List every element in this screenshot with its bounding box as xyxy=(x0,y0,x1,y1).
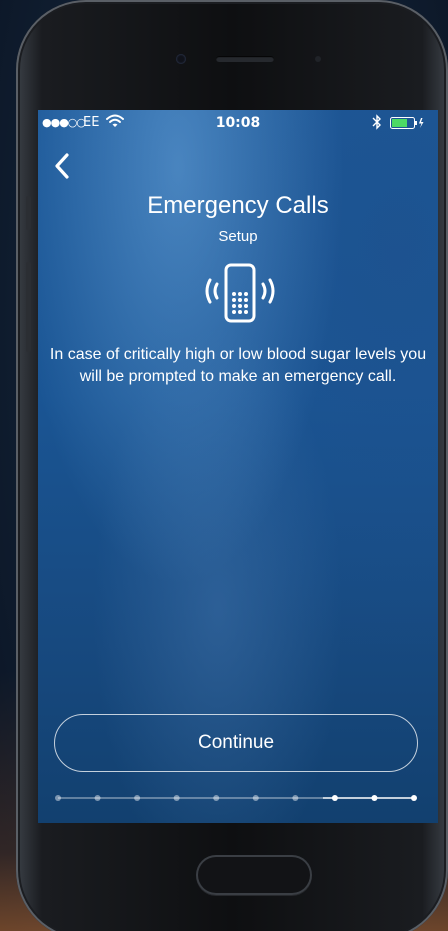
app-screen: ●●●○○ EE 10:08 Emergency Calls Setup In … xyxy=(38,110,438,823)
battery-charging-icon xyxy=(390,117,424,129)
front-camera xyxy=(176,54,186,64)
proximity-sensor xyxy=(315,56,321,62)
mute-switch xyxy=(26,196,31,230)
earpiece-speaker xyxy=(216,56,274,62)
progress-dot xyxy=(134,795,141,801)
volume-button xyxy=(26,262,31,352)
progress-indicator xyxy=(55,795,417,801)
home-button[interactable] xyxy=(196,855,312,895)
progress-dot xyxy=(371,795,378,801)
progress-dot xyxy=(331,795,338,801)
progress-dot xyxy=(173,795,180,801)
progress-dot xyxy=(213,795,220,801)
continue-button[interactable]: Continue xyxy=(54,714,418,772)
back-chevron-icon[interactable] xyxy=(52,152,72,180)
status-bar: ●●●○○ EE 10:08 xyxy=(38,110,438,136)
progress-dot xyxy=(252,795,259,801)
progress-dot xyxy=(292,795,299,801)
continue-button-label: Continue xyxy=(197,732,275,753)
page-subtitle: Setup xyxy=(218,228,258,245)
bluetooth-icon xyxy=(372,114,381,130)
progress-dot xyxy=(94,795,101,801)
progress-dot xyxy=(55,795,61,801)
ringing-phone-icon xyxy=(205,263,275,323)
description-text: In case of critically high or low blood … xyxy=(49,346,427,385)
page-title: Emergency Calls xyxy=(147,192,329,219)
progress-dot xyxy=(411,795,417,801)
